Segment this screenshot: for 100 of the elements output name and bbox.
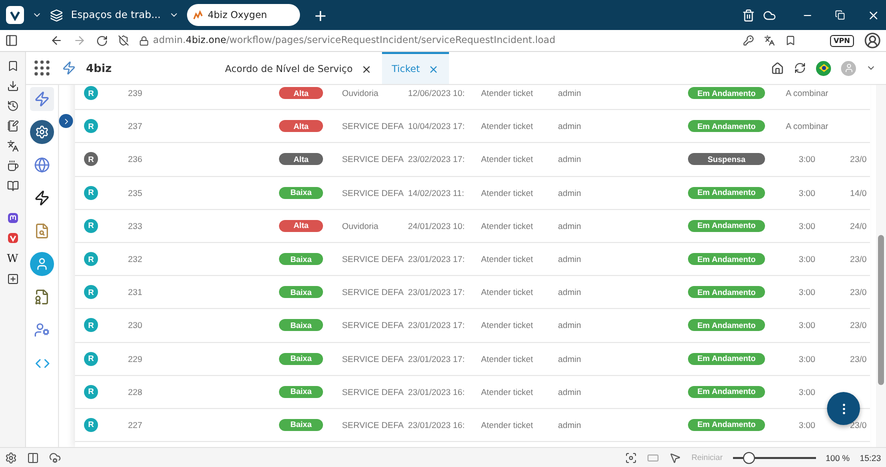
status-badge: Em Andamento (688, 253, 765, 266)
profile-icon[interactable] (864, 32, 881, 49)
cloud-icon[interactable] (763, 8, 776, 22)
ticket-number: 233 (128, 220, 142, 231)
record-icon: R (84, 119, 98, 134)
service-cell: SERVICE DEFA (342, 354, 404, 364)
ticket-number: 231 (128, 287, 142, 298)
service-cell: SERVICE DEFA (342, 254, 404, 264)
record-icon: R (84, 418, 98, 432)
status-badge: Em Andamento (688, 319, 765, 332)
activity-cell: Atender ticket (481, 121, 533, 132)
shield-off-icon[interactable] (118, 35, 129, 46)
cloud-icon[interactable] (49, 452, 61, 464)
translate-icon[interactable] (6, 140, 18, 152)
key-icon[interactable] (742, 35, 754, 46)
chat-icon[interactable] (6, 212, 18, 224)
bookmark-icon[interactable] (6, 60, 18, 72)
user-cell: admin (558, 320, 582, 330)
layers-icon[interactable] (50, 8, 63, 22)
apps-grid-icon[interactable] (32, 58, 52, 78)
add-panel-icon[interactable] (6, 273, 18, 285)
download-icon[interactable] (6, 80, 18, 92)
status-badge: Em Andamento (688, 352, 765, 365)
service-cell: SERVICE DEFA (342, 121, 404, 132)
trash-icon[interactable] (742, 8, 755, 22)
ticket-number: 229 (128, 354, 142, 364)
new-tab-button[interactable]: + (314, 6, 328, 24)
ticket-number: 230 (128, 320, 142, 330)
time-cell: 3:00 (798, 320, 816, 330)
wiki-icon[interactable]: W (6, 252, 18, 265)
user-cell: admin (558, 254, 582, 264)
notes-icon[interactable] (6, 120, 18, 132)
close-icon[interactable] (867, 8, 880, 22)
book-icon[interactable] (6, 180, 18, 192)
date-cell: 23/01/2023 17: (408, 320, 465, 330)
service-cell: Ouvidoria (342, 220, 378, 231)
priority-badge: Baixa (279, 319, 323, 332)
service-cell: Ouvidoria (342, 88, 378, 98)
translate-icon[interactable] (764, 35, 775, 46)
date-cell: 23/02/2023 17: (408, 154, 465, 164)
workspace-label[interactable]: Espaços de trab... (71, 10, 161, 20)
settings-icon[interactable] (5, 452, 17, 464)
browser-tab[interactable]: 4biz Oxygen (186, 4, 300, 26)
priority-badge: Alta (279, 220, 323, 232)
user-icon[interactable] (30, 252, 54, 276)
date-cell: 23/01/2023 16: (408, 420, 465, 430)
scrollbar[interactable] (876, 85, 886, 447)
back-icon[interactable] (50, 34, 63, 47)
restore-icon[interactable] (835, 10, 845, 20)
record-icon: R (84, 186, 98, 200)
service-cell: SERVICE DEFA (342, 420, 404, 430)
activity-cell: Atender ticket (481, 320, 533, 330)
capture-icon[interactable] (625, 452, 638, 464)
expand-button[interactable] (59, 114, 73, 128)
table-cell: 23/0 (850, 354, 867, 364)
refresh-icon[interactable] (794, 62, 806, 74)
flag-icon[interactable] (816, 60, 831, 76)
tiling-icon[interactable] (27, 452, 39, 464)
record-icon: R (84, 384, 98, 399)
activity-cell: Atender ticket (481, 220, 533, 231)
date-cell: 23/01/2023 16: (408, 386, 465, 397)
ticket-number: 232 (128, 254, 142, 264)
time-cell: 3:00 (798, 254, 816, 264)
priority-badge: Baixa (279, 386, 323, 398)
priority-badge: Baixa (279, 253, 323, 266)
service-cell: SERVICE DEFA (342, 386, 404, 397)
user-cell: admin (558, 121, 582, 132)
address-field[interactable]: admin.4biz.one/workflow/pages/serviceRequestIncident/serviceRequestIncident.load (153, 35, 556, 46)
table-cell: 24/0 (850, 220, 867, 231)
table-cell: 23/0 (850, 154, 867, 164)
cup-icon[interactable] (6, 160, 18, 172)
bookmark-icon[interactable] (784, 35, 796, 46)
priority-badge: Baixa (279, 418, 323, 431)
priority-badge: Baixa (279, 352, 323, 365)
browser-logo-icon[interactable] (6, 6, 24, 24)
service-cell: SERVICE DEFA (342, 320, 404, 330)
status-badge: Em Andamento (688, 386, 765, 398)
activity-cell: Atender ticket (481, 420, 533, 430)
priority-badge: Alta (279, 120, 323, 132)
zoom-thumb[interactable] (743, 452, 756, 464)
ticket-number: 235 (128, 188, 142, 198)
activity-cell: Atender ticket (481, 254, 533, 264)
home-icon[interactable] (771, 62, 784, 74)
status-badge: Em Andamento (688, 220, 765, 232)
ticket-number: 237 (128, 121, 142, 132)
record-icon: R (84, 352, 98, 366)
lock-icon (139, 36, 149, 46)
sidebar-toggle-icon[interactable] (5, 34, 18, 47)
date-cell: 12/06/2023 10: (408, 88, 465, 98)
tile-icon[interactable] (647, 452, 660, 464)
table-cell: 14/0 (850, 188, 867, 198)
time-cell: A combinar (786, 88, 828, 98)
time-cell: 3:00 (798, 420, 816, 430)
reload-icon[interactable] (96, 34, 108, 46)
app-tab[interactable]: Acordo de Nível de Serviço (215, 52, 382, 84)
close-icon[interactable] (360, 64, 372, 74)
status-badge: Suspensa (688, 153, 765, 166)
brand-name: 4biz (86, 62, 112, 74)
pointer-icon[interactable] (669, 452, 682, 464)
history-icon[interactable] (6, 100, 18, 112)
